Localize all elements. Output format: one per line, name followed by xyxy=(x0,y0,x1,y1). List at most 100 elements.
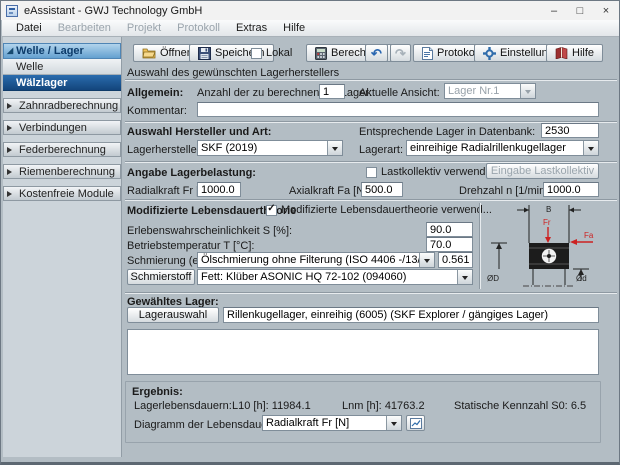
ansicht-label: Aktuelle Ansicht: xyxy=(359,87,440,99)
undo-button[interactable]: ↶ xyxy=(365,44,388,62)
undo-icon: ↶ xyxy=(371,47,382,60)
anzahl-input[interactable] xyxy=(319,84,345,99)
main-panel: Öffnen Speichern Lokal Berechnen ↶ ↷ xyxy=(123,37,619,459)
expanded-triangle-icon: ◢ xyxy=(7,47,13,55)
chevron-down-icon[interactable] xyxy=(457,270,472,284)
section-allgemein-title: Allgemein: xyxy=(127,87,183,99)
floppy-disk-icon xyxy=(198,47,211,60)
section-hersteller-title: Auswahl Hersteller und Art: xyxy=(127,126,271,138)
help-button[interactable]: Hilfe xyxy=(546,44,603,62)
statische-kennzahl-result: Statische Kennzahl S0: 6.5 xyxy=(454,400,586,412)
redo-icon: ↷ xyxy=(395,47,406,60)
menu-protokoll: Protokoll xyxy=(169,21,228,36)
force-fa-label: Fa xyxy=(584,231,594,240)
chart-icon xyxy=(410,418,422,429)
sidebar-item-waelzlager[interactable]: Wälzlager xyxy=(3,75,121,91)
diagramm-select[interactable]: Radialkraft Fr [N] xyxy=(262,415,402,431)
gewaehltes-lager-value: Rillenkugellager, einreihig (6005) (SKF … xyxy=(223,307,599,323)
dim-outer-diameter-label: ØD xyxy=(487,274,499,283)
menu-datei[interactable]: Datei xyxy=(8,21,50,36)
menu-bearbeiten: Bearbeiten xyxy=(50,21,119,36)
lnm-result: Lnm [h]: 41763.2 xyxy=(342,400,425,412)
lebensdauer-checkbox[interactable]: ✓ xyxy=(266,205,277,216)
lastkollektiv-checkbox[interactable] xyxy=(366,167,377,178)
lastkollektiv-label: Lastkollektiv verwenden xyxy=(381,166,498,178)
section-belastung-title: Angabe Lagerbelastung: xyxy=(127,167,256,179)
collapsed-triangle-icon xyxy=(7,125,15,131)
sidebar-section-verbindungen[interactable]: Verbindungen xyxy=(3,120,121,135)
local-checkbox-row[interactable]: Lokal xyxy=(251,47,292,59)
divider xyxy=(125,292,617,294)
menu-hilfe[interactable]: Hilfe xyxy=(275,21,313,36)
sidebar-item-welle[interactable]: Welle xyxy=(3,59,121,75)
result-text-area[interactable] xyxy=(127,329,599,375)
betriebstemperatur-label: Betriebstemperatur T [°C]: xyxy=(127,240,255,252)
lagerart-label: Lagerart: xyxy=(359,144,403,156)
betriebstemperatur-input[interactable] xyxy=(426,237,473,252)
maximize-button[interactable]: □ xyxy=(567,1,593,20)
erlebenswahrscheinlichkeit-input[interactable] xyxy=(426,222,473,237)
chevron-down-icon xyxy=(520,84,535,98)
calculator-icon xyxy=(315,47,327,60)
chevron-down-icon[interactable] xyxy=(327,141,342,155)
local-checkbox[interactable] xyxy=(251,48,262,59)
anzahl-label: Anzahl der zu berechnenden Lager: xyxy=(197,87,372,99)
show-diagram-button[interactable] xyxy=(406,415,425,431)
close-button[interactable]: × xyxy=(593,1,619,20)
drehzahl-input[interactable] xyxy=(543,182,599,197)
axialkraft-input[interactable] xyxy=(361,182,403,197)
chevron-down-icon[interactable] xyxy=(386,416,401,430)
force-fr-label: Fr xyxy=(543,218,551,227)
app-window: eAssistant - GWJ Technology GmbH – □ × D… xyxy=(0,0,620,465)
sidebar-section-riemenberechnung[interactable]: Riemenberechnung xyxy=(3,164,121,179)
window-title: eAssistant - GWJ Technology GmbH xyxy=(24,5,202,17)
wrench-icon xyxy=(483,47,496,60)
sidebar-section-kostenfreie-module[interactable]: Kostenfreie Module xyxy=(3,186,121,201)
title-bar: eAssistant - GWJ Technology GmbH – □ × xyxy=(1,1,619,20)
section-ergebnis-title: Ergebnis: xyxy=(132,386,183,398)
ansicht-select: Lager Nr.1 xyxy=(444,83,536,99)
datenbank-label: Entsprechende Lager in Datenbank: xyxy=(359,126,535,138)
sidebar-header-welle-lager[interactable]: ◢ Welle / Lager xyxy=(3,43,121,59)
lagerhersteller-select[interactable]: SKF (2019) xyxy=(197,140,343,156)
app-icon xyxy=(6,5,18,17)
document-icon xyxy=(422,47,433,60)
sidebar-section-federberechnung[interactable]: Federberechnung xyxy=(3,142,121,157)
sidebar-header-label: Welle / Lager xyxy=(16,45,84,57)
schmierstoff-select[interactable]: Fett: Klüber ASONIC HQ 72-102 (094060) xyxy=(197,269,473,285)
ergebnis-groupbox: Ergebnis: Lagerlebensdauern: L10 [h]: 11… xyxy=(125,381,601,443)
kommentar-label: Kommentar: xyxy=(127,105,187,117)
lastkollektiv-checkbox-row[interactable]: Lastkollektiv verwenden xyxy=(366,166,498,178)
lagerhersteller-label: Lagerhersteller: xyxy=(127,144,203,156)
l10-result: L10 [h]: 11984.1 xyxy=(232,400,311,412)
redo-button[interactable]: ↷ xyxy=(390,44,411,62)
menu-extras[interactable]: Extras xyxy=(228,21,275,36)
eingabe-lastkollektiv-button: Eingabe Lastkollektiv xyxy=(486,163,599,179)
lagerauswahl-button[interactable]: Lagerauswahl xyxy=(127,307,219,323)
radialkraft-input[interactable] xyxy=(197,182,241,197)
minimize-button[interactable]: – xyxy=(541,1,567,20)
window-controls: – □ × xyxy=(541,1,619,20)
schmierung-select[interactable]: Ölschmierung ohne Filterung (ISO 4406 -/… xyxy=(197,252,435,268)
collapsed-triangle-icon xyxy=(7,169,15,175)
page-title: Auswahl des gewünschten Lagerherstellers xyxy=(127,67,339,79)
chevron-down-icon[interactable] xyxy=(419,253,434,267)
folder-open-icon xyxy=(142,47,156,59)
dim-b-label: B xyxy=(546,205,551,214)
divider xyxy=(125,79,617,81)
drehzahl-label: Drehzahl n [1/min]: xyxy=(459,185,551,197)
schmierstoff-button[interactable]: Schmierstoff xyxy=(127,269,195,285)
check-icon: ✓ xyxy=(267,204,275,214)
axialkraft-label: Axialkraft Fa [N]: xyxy=(289,185,370,197)
lebensdauer-checkbox-row[interactable]: ✓ Modifizierte Lebensdauertheorie verwen… xyxy=(266,204,492,216)
chevron-down-icon[interactable] xyxy=(583,141,598,155)
datenbank-value: 2530 xyxy=(541,123,599,138)
menu-bar: Datei Bearbeiten Projekt Protokoll Extra… xyxy=(2,20,619,37)
lebensdauer-checkbox-label: Modifizierte Lebensdauertheorie verwend.… xyxy=(281,204,492,216)
book-icon xyxy=(555,47,568,59)
lagerart-select[interactable]: einreihige Radialrillenkugellager xyxy=(406,140,599,156)
kommentar-input[interactable] xyxy=(197,102,599,117)
local-checkbox-label: Lokal xyxy=(266,47,292,59)
lebensdauern-label: Lagerlebensdauern: xyxy=(134,400,232,412)
sidebar-section-zahnradberechnung[interactable]: Zahnradberechnung xyxy=(3,98,121,113)
